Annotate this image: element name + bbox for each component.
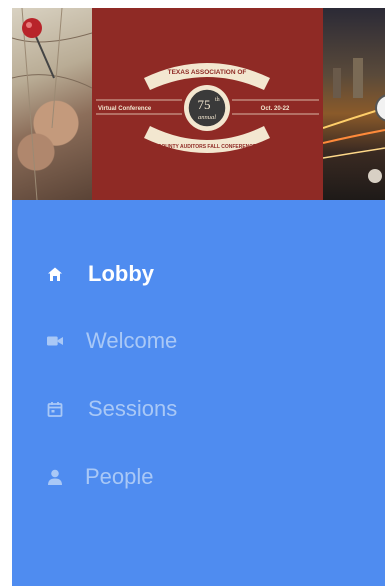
nav-item-lobby[interactable]: Lobby [12,254,154,294]
nav-item-label: Lobby [88,261,154,286]
side-nav: Lobby Welcome Sessions People [12,200,385,586]
video-icon [47,336,63,346]
home-icon [48,267,62,281]
badge-number: 75 [198,97,211,112]
conference-logo: TEXAS ASSOCIATION OF Virtual Conference … [96,63,319,153]
calendar-icon [47,402,63,417]
logo-bottom-text: COUNTY AUDITORS FALL CONFERENCE [158,144,257,150]
logo-left-text: Virtual Conference [98,106,152,112]
person-icon [48,469,62,485]
logo-right-text: Oct. 20-22 [261,106,290,112]
badge-suffix: th [215,97,220,103]
badge-word: annual [198,114,216,121]
nav-item-label: Sessions [88,396,178,421]
nav-item-label: Welcome [86,328,178,353]
app-window: TEXAS ASSOCIATION OF Virtual Conference … [0,0,385,586]
nav-item-label: People [85,464,154,489]
nav-item-sessions[interactable]: Sessions [12,389,177,429]
nav-item-people[interactable]: People [12,457,154,497]
map-pin-image [12,8,92,200]
logo-org-line: TEXAS ASSOCIATION OF [168,69,247,76]
nav-item-welcome[interactable]: Welcome [12,321,177,361]
conference-banner: TEXAS ASSOCIATION OF Virtual Conference … [12,8,385,200]
